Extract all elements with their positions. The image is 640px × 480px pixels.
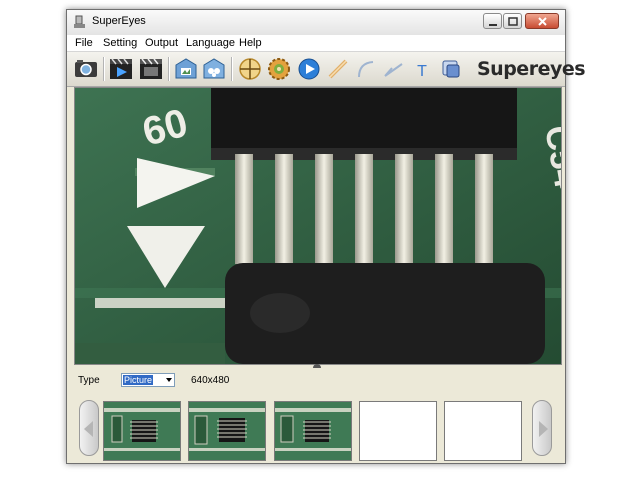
type-label: Type xyxy=(78,375,100,386)
settings-gear-icon[interactable] xyxy=(266,56,292,82)
video-film-icon[interactable] xyxy=(138,56,164,82)
crosshair-icon[interactable] xyxy=(237,56,263,82)
app-window: SuperEyes File Setting Output Language H… xyxy=(66,9,586,464)
toolbar: T Supereyes xyxy=(67,52,586,87)
menu-setting[interactable]: Setting xyxy=(103,37,137,49)
maximize-button[interactable] xyxy=(503,13,522,29)
bottom-panel: Type Picture 640x480 xyxy=(74,368,560,461)
thumbnail-1[interactable] xyxy=(103,401,181,461)
play-icon[interactable] xyxy=(296,56,322,82)
window-title: SuperEyes xyxy=(92,15,146,27)
title-bar[interactable]: SuperEyes xyxy=(67,10,565,36)
layers-icon[interactable] xyxy=(438,56,464,82)
text-icon[interactable]: T xyxy=(409,56,435,82)
video-record-icon[interactable] xyxy=(108,56,134,82)
thumbnail-5-empty[interactable] xyxy=(444,401,522,461)
next-thumbnails-button[interactable] xyxy=(532,400,552,456)
toolbar-separator xyxy=(168,57,170,81)
arrow-right-icon xyxy=(539,421,548,437)
svg-text:T: T xyxy=(417,63,427,80)
silkscreen-line xyxy=(95,298,225,308)
brand-logo: Supereyes xyxy=(477,58,586,80)
close-button[interactable] xyxy=(525,13,559,29)
line-measure-icon[interactable] xyxy=(325,56,351,82)
gallery-icon[interactable] xyxy=(201,56,227,82)
thumbnail-3[interactable] xyxy=(274,401,352,461)
prev-thumbnails-button[interactable] xyxy=(79,400,99,456)
chip-top xyxy=(211,88,517,156)
menu-output[interactable]: Output xyxy=(145,37,178,49)
type-select-value: Picture xyxy=(123,375,154,385)
menu-help[interactable]: Help xyxy=(239,37,262,49)
photo-folder-icon[interactable] xyxy=(173,56,199,82)
toolbar-separator xyxy=(103,57,105,81)
chevron-down-icon xyxy=(166,378,172,382)
menu-file[interactable]: File xyxy=(75,37,93,49)
resolution-label: 640x480 xyxy=(191,375,230,386)
camera-preview[interactable]: 60 C54 xyxy=(74,87,562,365)
minimize-button[interactable] xyxy=(483,13,502,29)
angle-icon[interactable] xyxy=(381,56,407,82)
arrow-left-icon xyxy=(84,421,93,437)
toolbar-separator xyxy=(231,57,233,81)
arc-icon[interactable] xyxy=(353,56,379,82)
type-select[interactable]: Picture xyxy=(121,373,175,387)
app-icon xyxy=(74,15,85,28)
menu-bar: File Setting Output Language Help xyxy=(67,35,565,52)
thumbnail-2[interactable] xyxy=(188,401,266,461)
camera-icon[interactable] xyxy=(73,56,99,82)
menu-language[interactable]: Language xyxy=(186,37,235,49)
thumbnail-4-empty[interactable] xyxy=(359,401,437,461)
